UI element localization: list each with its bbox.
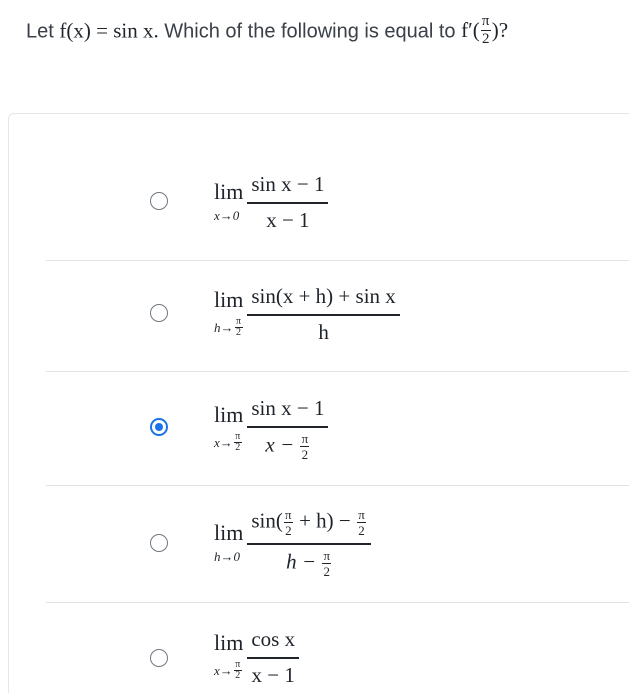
limit-operator: lim x→ π 2 [214,401,244,453]
choice-expression: lim h→ π 2 sin(x + h) + sin x h [214,284,400,344]
radio-button[interactable] [150,192,168,210]
denominator: x − π2 [265,430,310,462]
fraction: sin x − 1 x − 1 [247,172,329,232]
answer-choice-5[interactable]: lim x→ π 2 cos x x − 1 [46,603,629,693]
numerator: cos x [251,627,296,651]
denominator: x − 1 [251,662,295,687]
fraction: cos x x − 1 [247,627,300,687]
question-prefix: Let [26,20,54,43]
radio-button[interactable] [150,649,168,667]
numerator: sin(x + h) + sin x [251,284,396,308]
choice-expression: lim x→ π 2 sin x − 1 x − π2 [214,396,329,462]
numerator: sin x − 1 [251,396,325,420]
answer-choice-3[interactable]: lim x→ π 2 sin x − 1 x − π2 [46,372,629,486]
fraction: sin(x + h) + sin x h [247,284,400,344]
answer-choices-card: lim x→0 sin x − 1 x − 1 lim h→π2 sin(x [8,113,629,693]
pi-over-two-fraction: π2 [233,430,242,453]
choice-expression: lim x→ π 2 cos x x − 1 [214,627,300,687]
limit-operator: lim x→0 [214,179,244,224]
pi-over-two-fraction: π2 [233,659,242,682]
function-definition: f(x) = sin x. [59,18,159,43]
radio-button-selected[interactable] [150,418,168,436]
answer-choice-1[interactable]: lim x→0 sin x − 1 x − 1 [46,114,629,261]
radio-button[interactable] [150,304,168,322]
pi-over-two-fraction: π2 [357,507,367,538]
fraction: sin(π 2 + h) − π2 h − π2 [247,507,372,579]
pi-over-two-fraction: π2 [234,316,243,339]
denominator: h − π2 [286,547,332,579]
limit-operator: lim h→0 [214,520,244,565]
target-derivative: f′(π 2)? [461,13,509,47]
choice-expression: lim x→0 sin x − 1 x − 1 [214,172,329,232]
pi-over-two-fraction: π2 [322,547,332,579]
limit-operator: lim x→ π 2 [214,630,244,682]
denominator: x − 1 [266,207,310,232]
numerator: sin x − 1 [251,172,325,196]
choice-expression: lim h→0 sin(π 2 + h) − π2 h − π2 [214,507,372,579]
answer-choice-2[interactable]: lim h→ π 2 sin(x + h) + sin x h [46,261,629,372]
fraction: sin x − 1 x − π2 [247,396,329,462]
quiz-page: Let f(x) = sin x. Which of the following… [0,0,629,693]
pi-over-two-fraction: π2 [300,430,310,462]
question-main-text: Which of the following is equal to [164,20,456,43]
numerator: sin(π 2 + h) − π2 [251,507,367,538]
limit-operator: lim h→ π 2 [214,287,244,339]
answer-choice-4[interactable]: lim h→0 sin(π 2 + h) − π2 h − π2 [46,486,629,603]
radio-button[interactable] [150,534,168,552]
question-text: Let f(x) = sin x. Which of the following… [26,13,509,49]
pi-over-two-fraction: π2 [283,507,293,538]
denominator: h [318,319,329,344]
pi-over-two-fraction: π2 [480,13,491,47]
